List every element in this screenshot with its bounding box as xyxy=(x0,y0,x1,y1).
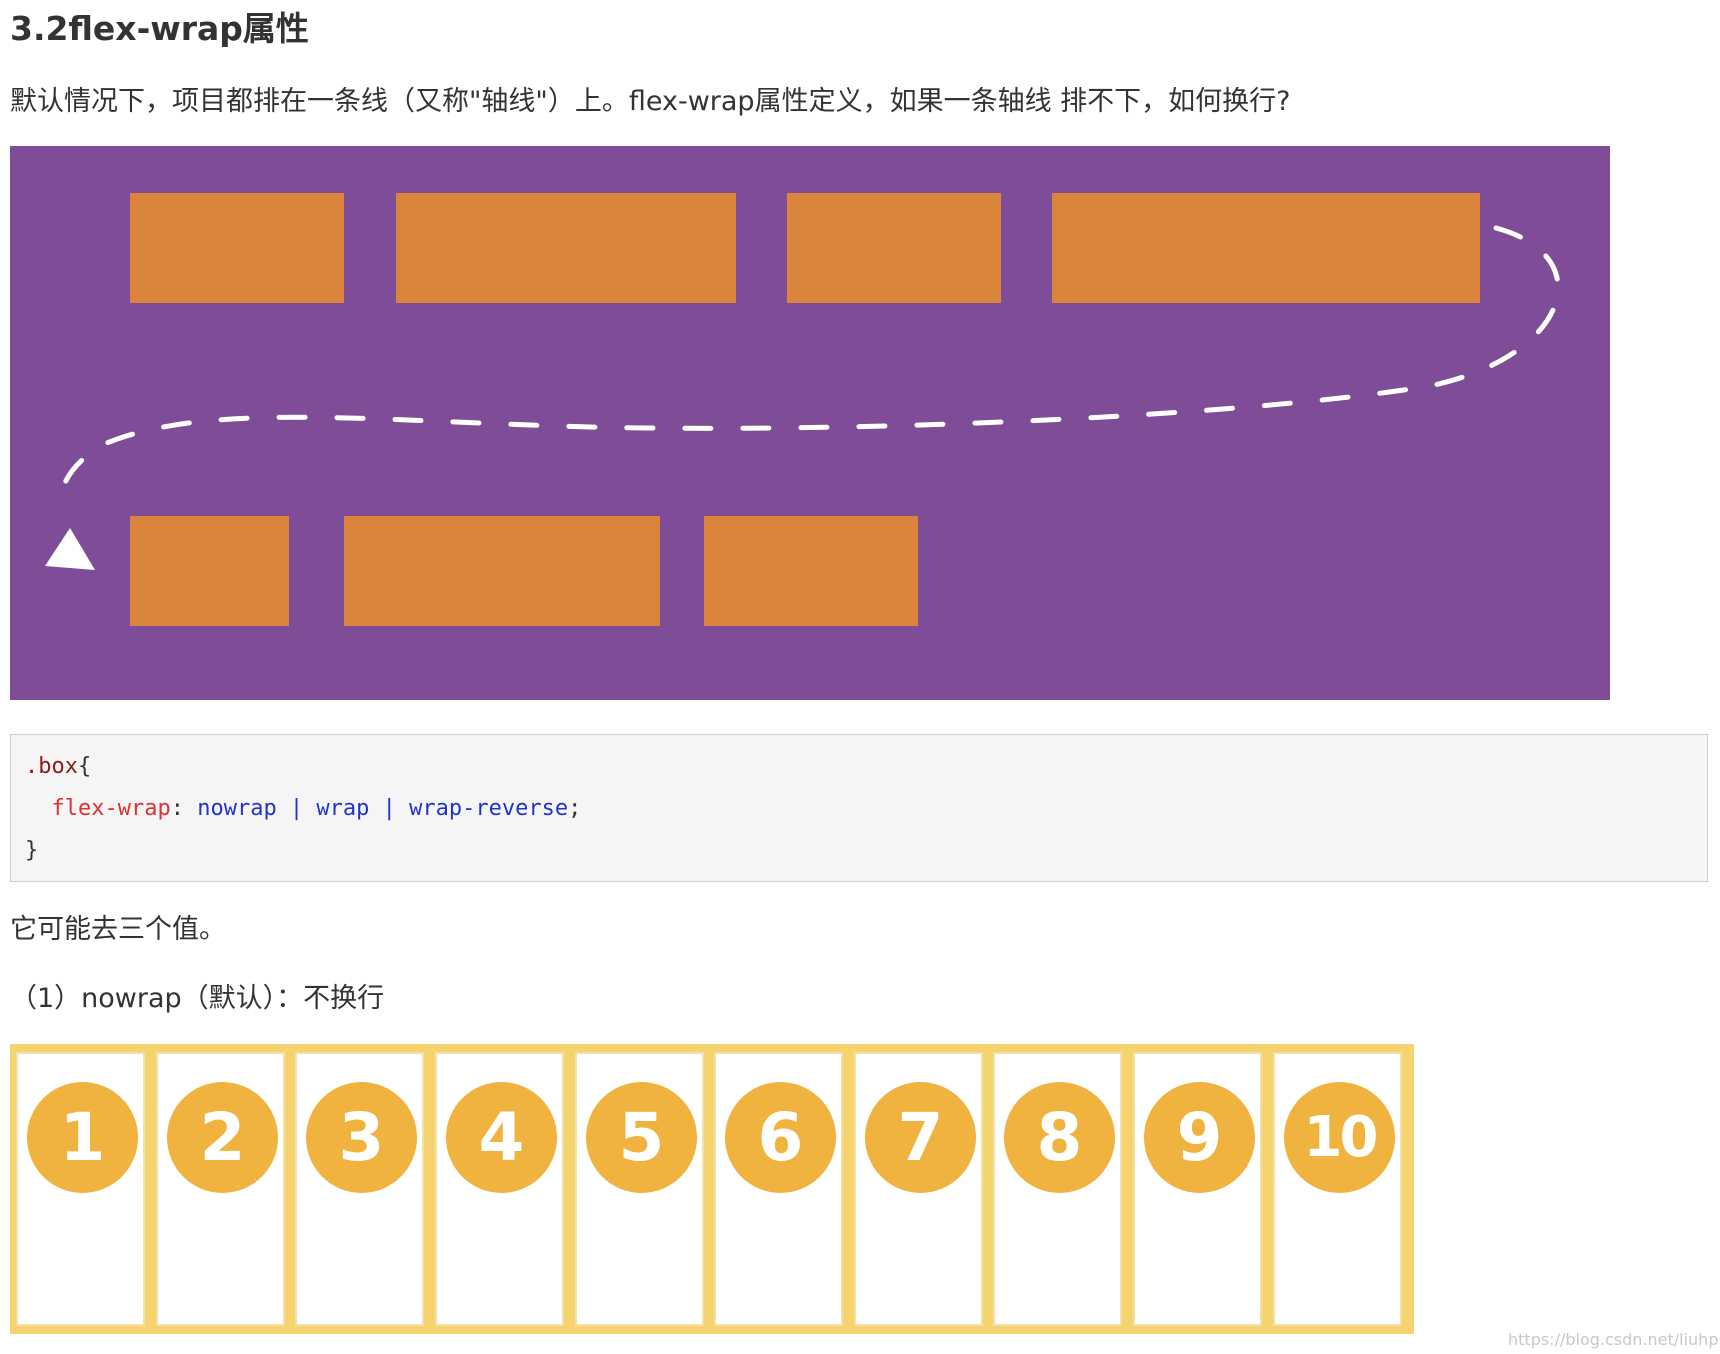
flex-wrap-diagram xyxy=(10,146,1610,700)
nowrap-item-box: 4 xyxy=(435,1052,564,1326)
nowrap-example: 1 2 3 4 5 6 7 8 9 10 xyxy=(10,1044,1414,1334)
number-badge-7: 7 xyxy=(865,1082,976,1193)
nowrap-item-box: 2 xyxy=(156,1052,285,1326)
code-property: flex-wrap xyxy=(51,796,171,821)
code-line-1: .box{ xyxy=(25,752,91,782)
nowrap-item-box: 10 xyxy=(1273,1052,1402,1326)
code-open-brace: { xyxy=(77,754,92,779)
code-line-3: } xyxy=(25,838,39,863)
intro-paragraph: 默认情况下，项目都排在一条线（又称"轴线"）上。flex-wrap属性定义，如果… xyxy=(10,86,1291,117)
code-colon: : xyxy=(170,796,198,821)
nowrap-item-box: 6 xyxy=(714,1052,843,1326)
option-nowrap-label: （1）nowrap（默认）：不换行 xyxy=(10,983,385,1014)
nowrap-item-box: 9 xyxy=(1133,1052,1262,1326)
number-badge-8: 8 xyxy=(1004,1082,1115,1193)
number-badge-9: 9 xyxy=(1144,1082,1255,1193)
code-values: nowrap | wrap | wrap-reverse xyxy=(197,796,569,821)
nowrap-item-box: 5 xyxy=(575,1052,704,1326)
number-badge-1: 1 xyxy=(27,1082,138,1193)
section-heading: 3.2flex-wrap属性 xyxy=(10,9,309,48)
nowrap-item-box: 7 xyxy=(854,1052,983,1326)
values-paragraph: 它可能去三个值。 xyxy=(10,914,226,945)
number-badge-6: 6 xyxy=(725,1082,836,1193)
number-badge-2: 2 xyxy=(167,1082,278,1193)
nowrap-item-box: 3 xyxy=(295,1052,424,1326)
nowrap-item-box: 8 xyxy=(993,1052,1122,1326)
number-badge-5: 5 xyxy=(586,1082,697,1193)
dashed-wrap-arrow-icon xyxy=(45,225,1561,570)
code-selector: .box xyxy=(25,754,78,779)
number-badge-10: 10 xyxy=(1284,1082,1395,1193)
watermark: https://blog.csdn.net/liuhp123 xyxy=(1508,1330,1720,1349)
code-semicolon: ; xyxy=(568,796,582,821)
code-line-2: flex-wrap: nowrap | wrap | wrap-reverse; xyxy=(25,794,582,824)
number-badge-3: 3 xyxy=(306,1082,417,1193)
nowrap-item-box: 1 xyxy=(16,1052,145,1326)
code-block: .box{ flex-wrap: nowrap | wrap | wrap-re… xyxy=(10,734,1708,882)
number-badge-4: 4 xyxy=(446,1082,557,1193)
